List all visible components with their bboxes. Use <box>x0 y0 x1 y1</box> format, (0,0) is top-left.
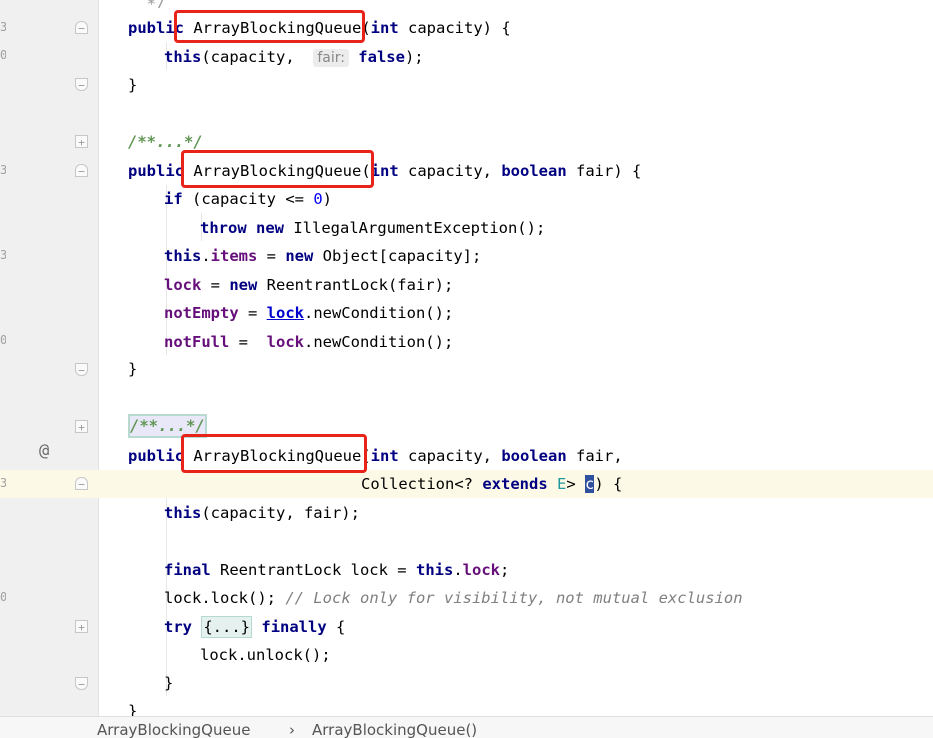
editor-gutter <box>0 0 99 716</box>
code-line: if (capacity <= 0) <box>164 190 333 208</box>
breadcrumb-method[interactable]: ArrayBlockingQueue() <box>312 721 477 738</box>
line-number-fragment: 3 <box>0 20 6 34</box>
code-line: final ReentrantLock lock = this.lock; <box>164 561 510 579</box>
code-line: notFull = lock.newCondition(); <box>164 333 454 351</box>
line-number-fragment: 0 <box>0 333 6 347</box>
code-line: this(capacity, fair: false); <box>164 48 424 67</box>
highlight-box <box>181 150 374 188</box>
fold-expand-icon[interactable]: + <box>75 135 88 149</box>
code-line: this(capacity, fair); <box>164 504 360 522</box>
code-line-partial: */ <box>98 0 933 8</box>
line-number-fragment: 3 <box>0 476 6 490</box>
code-line: notEmpty = lock.newCondition(); <box>164 304 454 322</box>
code-line: } <box>128 76 138 94</box>
fold-collapse-icon[interactable]: − <box>75 164 88 178</box>
folded-code-block[interactable]: {...} <box>201 616 253 638</box>
fold-collapse-icon[interactable]: − <box>75 477 88 491</box>
breadcrumb-separator: › <box>289 721 295 738</box>
code-line: throw new IllegalArgumentException(); <box>200 219 546 237</box>
code-line-current: Collection<? extends E> c) { <box>98 470 933 498</box>
breadcrumb-class[interactable]: ArrayBlockingQueue <box>97 721 250 738</box>
code-line: this.items = new Object[capacity]; <box>164 247 482 265</box>
line-number-fragment: 3 <box>0 248 6 262</box>
override-icon[interactable]: @ <box>39 441 49 461</box>
line-number-fragment: 0 <box>0 48 6 62</box>
text-caret: c <box>585 475 595 493</box>
fold-end-icon[interactable]: − <box>75 363 88 377</box>
line-number-fragment: 0 <box>0 590 6 604</box>
fold-expand-icon[interactable]: + <box>75 620 88 634</box>
code-line: lock.unlock(); <box>200 646 331 664</box>
code-line: lock.lock(); // Lock only for visibility… <box>164 589 743 607</box>
breadcrumb: ArrayBlockingQueue › ArrayBlockingQueue(… <box>0 716 933 738</box>
fold-expand-icon[interactable]: + <box>75 420 88 434</box>
lock-field-link[interactable]: lock <box>267 304 304 322</box>
code-line: } <box>128 702 138 716</box>
code-line: } <box>128 360 138 378</box>
highlight-box <box>181 434 367 473</box>
highlight-box <box>174 10 365 43</box>
parameter-hint: fair: <box>313 49 349 67</box>
code-line: lock = new ReentrantLock(fair); <box>164 276 454 294</box>
code-line: } <box>164 674 174 692</box>
fold-end-icon[interactable]: − <box>75 78 88 92</box>
code-line: try {...} finally { <box>164 616 346 638</box>
fold-collapse-icon[interactable]: − <box>75 21 88 35</box>
fold-end-icon[interactable]: − <box>75 677 88 691</box>
line-number-fragment: 3 <box>0 163 6 177</box>
